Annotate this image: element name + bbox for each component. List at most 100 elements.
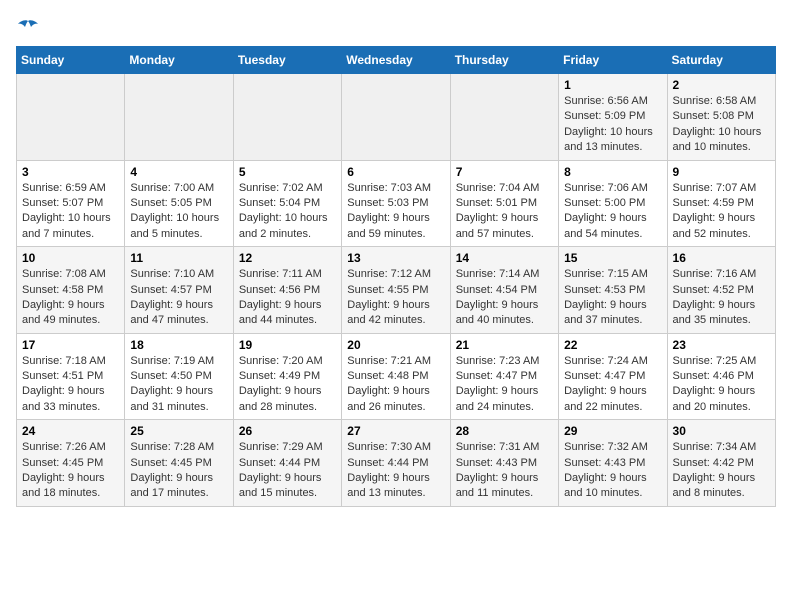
calendar-cell: 22 Sunrise: 7:24 AM Sunset: 4:47 PM Dayli… [559,333,667,420]
day-number: 27 [347,424,444,438]
calendar-cell: 9 Sunrise: 7:07 AM Sunset: 4:59 PM Daylig… [667,160,775,247]
day-number: 24 [22,424,119,438]
calendar-cell: 12 Sunrise: 7:11 AM Sunset: 4:56 PM Dayli… [233,247,341,334]
day-info: Sunrise: 7:20 AM Sunset: 4:49 PM Dayligh… [239,354,336,416]
day-number: 2 [673,78,770,92]
calendar-cell: 17 Sunrise: 7:18 AM Sunset: 4:51 PM Dayli… [17,333,125,420]
day-number: 18 [130,338,227,352]
calendar-cell: 23Sunrise: 7:25 AM Sunset: 4:46 PM Dayli… [667,333,775,420]
calendar-cell: 6Sunrise: 7:03 AM Sunset: 5:03 PM Daylig… [342,160,450,247]
day-number: 21 [456,338,553,352]
day-number: 19 [239,338,336,352]
calendar-week-4: 17 Sunrise: 7:18 AM Sunset: 4:51 PM Dayli… [17,333,776,420]
calendar-cell: 14 Sunrise: 7:14 AM Sunset: 4:54 PM Dayli… [450,247,558,334]
day-info: Sunrise: 7:06 AM Sunset: 5:00 PM Dayligh… [564,181,661,243]
day-number: 13 [347,251,444,265]
day-number: 22 [564,338,661,352]
day-number: 29 [564,424,661,438]
day-info: Sunrise: 7:02 AM Sunset: 5:04 PM Dayligh… [239,181,336,243]
day-number: 10 [22,251,119,265]
weekday-header-tuesday: Tuesday [233,47,341,74]
weekday-header-thursday: Thursday [450,47,558,74]
day-number: 25 [130,424,227,438]
day-info: Sunrise: 7:08 AM Sunset: 4:58 PM Dayligh… [22,267,119,329]
day-info: Sunrise: 7:28 AM Sunset: 4:45 PM Dayligh… [130,440,227,502]
day-info: Sunrise: 7:16 AM Sunset: 4:52 PM Dayligh… [673,267,770,329]
day-number: 20 [347,338,444,352]
day-number: 15 [564,251,661,265]
day-info: Sunrise: 6:56 AM Sunset: 5:09 PM Dayligh… [564,94,661,156]
calendar-cell: 8 Sunrise: 7:06 AM Sunset: 5:00 PM Daylig… [559,160,667,247]
day-info: Sunrise: 7:15 AM Sunset: 4:53 PM Dayligh… [564,267,661,329]
day-info: Sunrise: 6:58 AM Sunset: 5:08 PM Dayligh… [673,94,770,156]
weekday-header-saturday: Saturday [667,47,775,74]
day-info: Sunrise: 7:12 AM Sunset: 4:55 PM Dayligh… [347,267,444,329]
day-number: 30 [673,424,770,438]
calendar-cell: 26 Sunrise: 7:29 AM Sunset: 4:44 PM Dayli… [233,420,341,507]
calendar-cell: 15 Sunrise: 7:15 AM Sunset: 4:53 PM Dayli… [559,247,667,334]
calendar-week-3: 10 Sunrise: 7:08 AM Sunset: 4:58 PM Dayli… [17,247,776,334]
calendar-cell: 7 Sunrise: 7:04 AM Sunset: 5:01 PM Daylig… [450,160,558,247]
calendar-cell: 2 Sunrise: 6:58 AM Sunset: 5:08 PM Daylig… [667,74,775,161]
day-info: Sunrise: 6:59 AM Sunset: 5:07 PM Dayligh… [22,181,119,243]
weekday-header-row: SundayMondayTuesdayWednesdayThursdayFrid… [17,47,776,74]
calendar-cell: 24 Sunrise: 7:26 AM Sunset: 4:45 PM Dayli… [17,420,125,507]
calendar-cell: 27 Sunrise: 7:30 AM Sunset: 4:44 PM Dayli… [342,420,450,507]
calendar-header: SundayMondayTuesdayWednesdayThursdayFrid… [17,47,776,74]
day-info: Sunrise: 7:18 AM Sunset: 4:51 PM Dayligh… [22,354,119,416]
calendar-table: SundayMondayTuesdayWednesdayThursdayFrid… [16,46,776,507]
calendar-cell [125,74,233,161]
day-number: 16 [673,251,770,265]
calendar-cell: 10 Sunrise: 7:08 AM Sunset: 4:58 PM Dayli… [17,247,125,334]
calendar-cell: 16 Sunrise: 7:16 AM Sunset: 4:52 PM Dayli… [667,247,775,334]
calendar-cell: 28Sunrise: 7:31 AM Sunset: 4:43 PM Dayli… [450,420,558,507]
day-number: 14 [456,251,553,265]
day-number: 6 [347,165,444,179]
calendar-body: 1 Sunrise: 6:56 AM Sunset: 5:09 PM Daylig… [17,74,776,507]
calendar-cell: 3Sunrise: 6:59 AM Sunset: 5:07 PM Daylig… [17,160,125,247]
calendar-cell [233,74,341,161]
day-info: Sunrise: 7:04 AM Sunset: 5:01 PM Dayligh… [456,181,553,243]
day-info: Sunrise: 7:11 AM Sunset: 4:56 PM Dayligh… [239,267,336,329]
calendar-cell: 5Sunrise: 7:02 AM Sunset: 5:04 PM Daylig… [233,160,341,247]
calendar-cell: 4Sunrise: 7:00 AM Sunset: 5:05 PM Daylig… [125,160,233,247]
weekday-header-sunday: Sunday [17,47,125,74]
weekday-header-monday: Monday [125,47,233,74]
day-number: 17 [22,338,119,352]
day-info: Sunrise: 7:14 AM Sunset: 4:54 PM Dayligh… [456,267,553,329]
day-info: Sunrise: 7:23 AM Sunset: 4:47 PM Dayligh… [456,354,553,416]
day-number: 8 [564,165,661,179]
weekday-header-friday: Friday [559,47,667,74]
day-number: 7 [456,165,553,179]
day-info: Sunrise: 7:00 AM Sunset: 5:05 PM Dayligh… [130,181,227,243]
logo-bird-icon [16,19,38,37]
calendar-cell: 30 Sunrise: 7:34 AM Sunset: 4:42 PM Dayli… [667,420,775,507]
page-header [16,16,776,38]
day-info: Sunrise: 7:24 AM Sunset: 4:47 PM Dayligh… [564,354,661,416]
day-info: Sunrise: 7:29 AM Sunset: 4:44 PM Dayligh… [239,440,336,502]
calendar-cell: 19 Sunrise: 7:20 AM Sunset: 4:49 PM Dayli… [233,333,341,420]
day-number: 23 [673,338,770,352]
day-number: 9 [673,165,770,179]
day-info: Sunrise: 7:30 AM Sunset: 4:44 PM Dayligh… [347,440,444,502]
day-number: 12 [239,251,336,265]
calendar-week-5: 24 Sunrise: 7:26 AM Sunset: 4:45 PM Dayli… [17,420,776,507]
day-info: Sunrise: 7:21 AM Sunset: 4:48 PM Dayligh… [347,354,444,416]
calendar-cell [450,74,558,161]
day-number: 26 [239,424,336,438]
day-number: 11 [130,251,227,265]
day-info: Sunrise: 7:10 AM Sunset: 4:57 PM Dayligh… [130,267,227,329]
day-info: Sunrise: 7:31 AM Sunset: 4:43 PM Dayligh… [456,440,553,502]
calendar-cell: 21 Sunrise: 7:23 AM Sunset: 4:47 PM Dayli… [450,333,558,420]
logo [16,16,38,38]
weekday-header-wednesday: Wednesday [342,47,450,74]
calendar-cell: 13 Sunrise: 7:12 AM Sunset: 4:55 PM Dayli… [342,247,450,334]
calendar-cell: 11 Sunrise: 7:10 AM Sunset: 4:57 PM Dayli… [125,247,233,334]
calendar-cell [342,74,450,161]
day-info: Sunrise: 7:07 AM Sunset: 4:59 PM Dayligh… [673,181,770,243]
day-number: 1 [564,78,661,92]
day-info: Sunrise: 7:26 AM Sunset: 4:45 PM Dayligh… [22,440,119,502]
day-info: Sunrise: 7:34 AM Sunset: 4:42 PM Dayligh… [673,440,770,502]
calendar-cell: 20 Sunrise: 7:21 AM Sunset: 4:48 PM Dayli… [342,333,450,420]
calendar-cell: 18Sunrise: 7:19 AM Sunset: 4:50 PM Dayli… [125,333,233,420]
